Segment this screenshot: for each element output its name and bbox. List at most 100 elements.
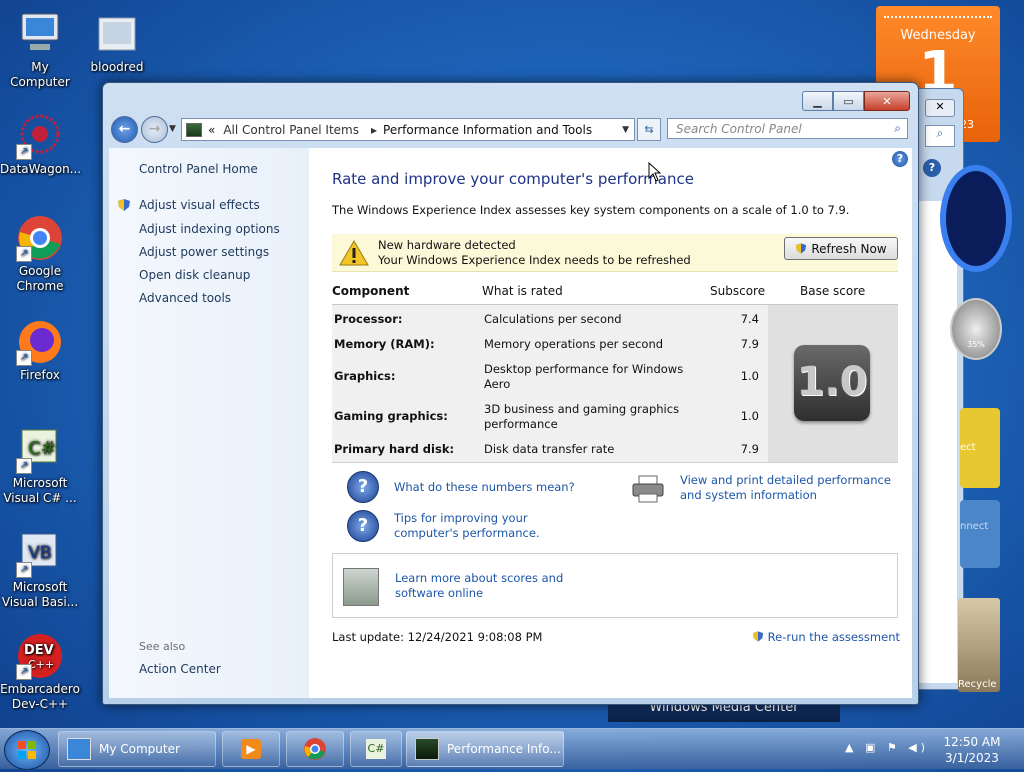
breadcrumb-item[interactable]: All Control Panel Items bbox=[223, 123, 359, 137]
computer-icon bbox=[67, 738, 91, 760]
window-controls: ▁ ▭ ✕ bbox=[802, 91, 910, 111]
taskbar-item-chrome[interactable] bbox=[286, 731, 344, 767]
show-hidden-icons-icon[interactable]: ▲ bbox=[845, 741, 857, 754]
breadcrumb-separator-icon[interactable]: ▸ bbox=[371, 123, 377, 137]
sidebar: Control Panel Home Adjust visual effects… bbox=[109, 148, 309, 698]
search-icon[interactable]: ⌕ bbox=[894, 121, 901, 136]
sidebar-item-power[interactable]: Adjust power settings bbox=[139, 245, 269, 259]
sidebar-item-visual-effects[interactable]: Adjust visual effects bbox=[139, 198, 260, 212]
shortcut-arrow-icon: ↗ bbox=[16, 246, 32, 262]
desktop-icon-firefox[interactable]: ↗ Firefox bbox=[0, 318, 80, 383]
warning-message: Your Windows Experience Index needs to b… bbox=[378, 253, 691, 267]
cpu-meter-gadget[interactable]: 35% bbox=[950, 298, 1002, 360]
breadcrumb-item[interactable]: Performance Information and Tools bbox=[383, 123, 592, 137]
meter-text: 35% bbox=[967, 340, 985, 349]
software-box-icon bbox=[343, 568, 379, 606]
print-details-link[interactable]: View and print detailed performance and … bbox=[680, 473, 904, 503]
row-rated: Memory operations per second bbox=[484, 337, 664, 351]
recycle-bin-gadget[interactable]: Recycle Bin bbox=[958, 598, 1000, 692]
warning-icon bbox=[339, 240, 369, 266]
close-icon[interactable]: ✕ bbox=[925, 99, 955, 117]
search-placeholder: Search Control Panel bbox=[676, 121, 802, 136]
start-button[interactable] bbox=[4, 730, 50, 770]
printer-icon bbox=[632, 475, 664, 503]
desktop-icon-label: Firefox bbox=[20, 368, 60, 382]
taskbar-item-media-player[interactable]: ▶ bbox=[222, 731, 280, 767]
chrome-icon: ↗ bbox=[16, 214, 64, 262]
taskbar-item-csharp[interactable]: C# bbox=[350, 731, 402, 767]
desktop-icon-label: Microsoft Visual Basi... bbox=[1, 580, 79, 609]
connect-gadget[interactable]: nnect bbox=[960, 500, 1000, 568]
row-rated: Disk data transfer rate bbox=[484, 442, 615, 456]
clock-date: 3/1/2023 bbox=[945, 751, 999, 765]
desktop-icon-bloodred[interactable]: bloodred bbox=[77, 10, 157, 75]
learn-more-link[interactable]: Learn more about scores and software onl… bbox=[395, 571, 615, 601]
clock-time: 12:50 AM bbox=[943, 735, 1001, 749]
main-panel: ? Rate and improve your computer's perfo… bbox=[309, 148, 912, 698]
tips-link[interactable]: Tips for improving your computer's perfo… bbox=[394, 511, 594, 541]
row-rated: 3D business and gaming graphics performa… bbox=[484, 402, 680, 431]
search-icon[interactable]: ⌕ bbox=[925, 125, 955, 147]
navigation-bar: ← → ▼ « All Control Panel Items ▸ Perfor… bbox=[111, 116, 910, 143]
back-button[interactable]: ← bbox=[111, 116, 138, 143]
taskbar-item-performance[interactable]: Performance Info... bbox=[406, 731, 564, 767]
desktop-icon-datawagon[interactable]: ↗ DataWagon... bbox=[0, 112, 81, 177]
calendar-rings bbox=[884, 6, 992, 18]
score-table: Component What is rated Subscore Base sc… bbox=[332, 276, 898, 463]
desktop-icon-visual-csharp[interactable]: C# ↗ Microsoft Visual C# ... bbox=[0, 426, 80, 506]
refresh-now-button[interactable]: Refresh Now bbox=[784, 237, 898, 260]
devcpp-icon: DEV C++ ↗ bbox=[16, 632, 64, 680]
maximize-button[interactable]: ▭ bbox=[833, 91, 864, 111]
recent-pages-dropdown[interactable]: ▼ bbox=[169, 124, 176, 134]
shortcut-arrow-icon: ↗ bbox=[16, 562, 32, 578]
sidebar-item-disk-cleanup[interactable]: Open disk cleanup bbox=[139, 268, 250, 282]
taskbar-item-my-computer[interactable]: My Computer bbox=[58, 731, 216, 767]
desktop-icon-devcpp[interactable]: DEV C++ ↗ Embarcadero Dev-C++ bbox=[0, 632, 80, 712]
desktop-icon-visual-basic[interactable]: VB ↗ Microsoft Visual Basi... bbox=[0, 530, 80, 610]
chrome-icon bbox=[304, 738, 326, 760]
windows-logo-icon bbox=[18, 741, 36, 759]
forward-button[interactable]: → bbox=[141, 116, 168, 143]
row-rated: Desktop performance for Windows Aero bbox=[484, 362, 684, 391]
address-bar[interactable]: « All Control Panel Items ▸ Performance … bbox=[181, 118, 635, 141]
help-icon[interactable]: ? bbox=[892, 151, 908, 167]
minimize-icon: ▁ bbox=[813, 94, 822, 108]
maximize-icon: ▭ bbox=[843, 94, 854, 108]
desktop-icon-my-computer[interactable]: My Computer bbox=[0, 10, 80, 90]
help-icon[interactable]: ? bbox=[923, 159, 941, 177]
system-clock[interactable]: 12:50 AM 3/1/2023 bbox=[936, 734, 1008, 766]
clock-gadget[interactable] bbox=[940, 165, 1012, 272]
control-panel-icon bbox=[186, 122, 202, 137]
address-dropdown-icon[interactable]: ▼ bbox=[622, 125, 629, 135]
row-subscore: 1.0 bbox=[740, 409, 759, 423]
svg-text:C#: C# bbox=[28, 438, 56, 459]
minimize-button[interactable]: ▁ bbox=[802, 91, 833, 111]
system-tray: ▲ ▣ ⚑ ◀) bbox=[845, 741, 929, 754]
refresh-button[interactable]: ⇆ bbox=[637, 118, 661, 141]
row-component: Processor: bbox=[334, 312, 403, 326]
rerun-assessment-link[interactable]: Re-run the assessment bbox=[752, 630, 900, 644]
numbers-meaning-link[interactable]: What do these numbers mean? bbox=[394, 480, 575, 495]
table-header: Component What is rated Subscore Base sc… bbox=[332, 276, 898, 305]
row-subscore: 7.4 bbox=[740, 312, 759, 326]
csharp-icon: C# ↗ bbox=[16, 426, 64, 474]
shortcut-arrow-icon: ↗ bbox=[16, 144, 32, 160]
sidebar-home-link[interactable]: Control Panel Home bbox=[139, 162, 258, 176]
row-component: Primary hard disk: bbox=[334, 442, 455, 456]
page-description: The Windows Experience Index assesses ke… bbox=[332, 203, 850, 217]
table-body: Processor: Calculations per second 7.4 M… bbox=[332, 305, 898, 463]
desktop-icon-chrome[interactable]: ↗ Google Chrome bbox=[0, 214, 80, 294]
close-icon: ✕ bbox=[882, 94, 892, 108]
close-button[interactable]: ✕ bbox=[864, 91, 910, 111]
search-input[interactable]: Search Control Panel ⌕ bbox=[667, 118, 908, 139]
sidebar-item-advanced-tools[interactable]: Advanced tools bbox=[139, 291, 231, 305]
volume-icon[interactable]: ◀) bbox=[908, 741, 929, 754]
desktop-icon-label: Google Chrome bbox=[16, 264, 64, 293]
action-center-flag-icon[interactable]: ⚑ bbox=[887, 741, 901, 754]
sidebar-item-indexing[interactable]: Adjust indexing options bbox=[139, 222, 280, 236]
row-subscore: 7.9 bbox=[740, 442, 759, 456]
history-marker[interactable]: « bbox=[208, 123, 215, 137]
yellow-gadget[interactable]: ect bbox=[960, 408, 1000, 488]
network-icon[interactable]: ▣ bbox=[865, 741, 879, 754]
sidebar-item-action-center[interactable]: Action Center bbox=[139, 662, 221, 676]
